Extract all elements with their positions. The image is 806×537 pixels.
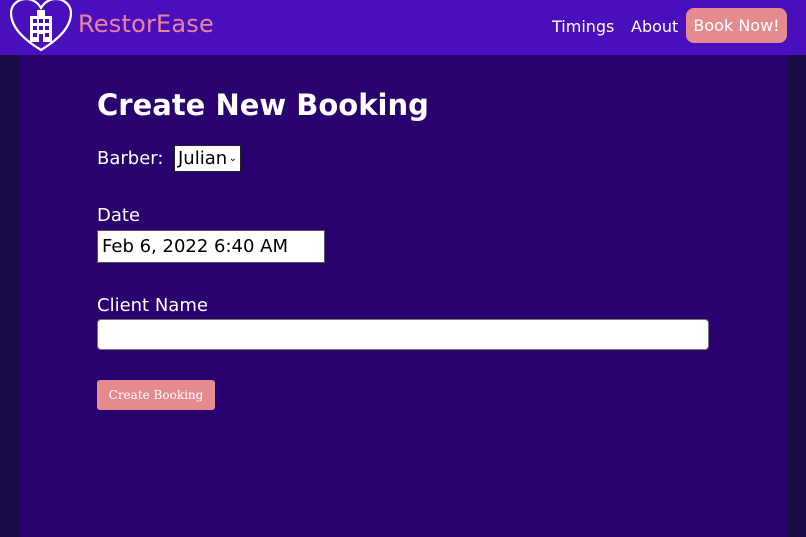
book-now-button[interactable]: Book Now! xyxy=(686,8,787,43)
nav-link-about[interactable]: About xyxy=(631,17,678,36)
nav-link-timings[interactable]: Timings xyxy=(552,17,614,36)
brand-name[interactable]: RestorEase xyxy=(78,10,214,38)
create-booking-button[interactable]: Create Booking xyxy=(97,380,215,410)
page-title: Create New Booking xyxy=(97,88,429,122)
client-name-label: Client Name xyxy=(97,295,208,316)
barber-select[interactable]: Julian ⌄ xyxy=(174,145,241,172)
barber-selected-value: Julian xyxy=(178,148,228,169)
client-name-input[interactable] xyxy=(97,319,709,350)
date-input[interactable]: Feb 6, 2022 6:40 AM xyxy=(97,230,325,263)
hotel-heart-icon[interactable] xyxy=(10,0,72,52)
barber-label: Barber: xyxy=(97,148,164,169)
date-label: Date xyxy=(97,205,141,226)
navbar: RestorEase Timings About Book Now! xyxy=(0,0,806,55)
chevron-down-icon: ⌄ xyxy=(228,153,237,164)
